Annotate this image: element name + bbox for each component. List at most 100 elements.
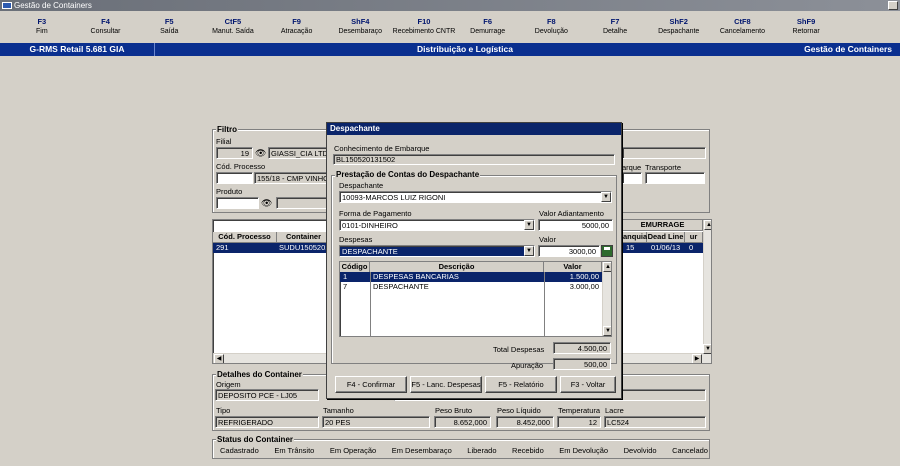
binoculars-icon[interactable]: 👁	[255, 147, 267, 159]
status-item: Em Desembaraço	[391, 446, 452, 455]
grid-vscroll[interactable]: ▲	[703, 220, 711, 355]
fkey-key: F7	[610, 17, 620, 26]
transporte-field[interactable]	[645, 172, 705, 184]
processo-code-field[interactable]	[216, 172, 253, 184]
fkey-button[interactable]: F5 Saída	[137, 12, 201, 42]
relatorio-button[interactable]: F5 - Relatório	[485, 376, 557, 393]
voltar-button[interactable]: F3 - Voltar	[560, 376, 616, 393]
fkey-button[interactable]: CtF5 Manut. Saída	[201, 12, 265, 42]
scroll-down-icon[interactable]: ▼	[703, 344, 711, 354]
despachante-select[interactable]: 10093-MARCOS LUIZ RIGONI ▼	[339, 191, 612, 203]
temperatura-label: Temperatura	[558, 406, 601, 415]
fkey-button[interactable]: F10 Recebimento CNTR	[392, 12, 456, 42]
forma-label: Forma de Pagamento	[339, 209, 412, 218]
filial-code-field[interactable]: 19	[216, 147, 253, 159]
embarque-label: arque	[622, 163, 642, 172]
peso-bruto-label: Peso Bruto	[435, 406, 473, 415]
chevron-down-icon[interactable]: ▼	[524, 220, 534, 230]
window-titlebar: Gestão de Containers	[0, 0, 900, 11]
fkey-button[interactable]: CtF8 Cancelamento	[711, 12, 775, 42]
fkey-key: ShF9	[796, 17, 816, 26]
fkey-button[interactable]: ShF2 Despachante	[647, 12, 711, 42]
col-processo-header[interactable]: Cód. Processo	[213, 232, 277, 243]
fkey-button[interactable]: F6 Demurrage	[456, 12, 520, 42]
despesas-table: Código Descrição Valor 1 DESPESAS BANCARI…	[339, 261, 612, 337]
chevron-down-icon[interactable]: ▼	[601, 192, 611, 202]
cell-descricao: DESPACHANTE	[373, 282, 429, 291]
tamanho-field: 20 PES	[322, 416, 430, 428]
version-label: G-RMS Retail 5.681 GIA	[0, 43, 155, 56]
fkey-button[interactable]: F4 Consultar	[74, 12, 138, 42]
col-ur-header[interactable]: ur	[685, 232, 703, 243]
fkey-button[interactable]: ShF9 Retornar	[774, 12, 838, 42]
screen-label: Gestão de Containers	[804, 44, 892, 54]
transporte-label: Transporte	[645, 163, 681, 172]
confirmar-button[interactable]: F4 - Confirmar	[335, 376, 407, 393]
fkey-button[interactable]: ShF4 Desembaraço	[328, 12, 392, 42]
fkey-label: Recebimento CNTR	[392, 27, 456, 35]
despachante-dialog: Despachante Conhecimento de Embarque BL1…	[326, 122, 622, 399]
total-field: 4.500,00	[553, 342, 611, 354]
peso-bruto-field: 8.652,000	[434, 416, 491, 428]
produto-field[interactable]	[216, 197, 259, 209]
scroll-up-icon[interactable]: ▲	[603, 262, 611, 272]
fkey-key: CtF8	[734, 17, 751, 26]
dialog-titlebar: Despachante	[327, 123, 621, 135]
adiantamento-label: Valor Adiantamento	[539, 209, 604, 218]
embarque-field[interactable]	[622, 172, 642, 184]
fkey-label: Saída	[160, 27, 179, 35]
fkey-button[interactable]: F3 Fim	[10, 12, 74, 42]
origem-label: Origem	[216, 380, 241, 389]
row-franquia: 15	[626, 243, 635, 252]
scroll-right-icon[interactable]: ▶	[692, 354, 702, 363]
scroll-up-icon[interactable]: ▲	[704, 220, 711, 230]
valor-field[interactable]: 3000,00	[538, 245, 600, 257]
despesas-vscroll[interactable]: ▲ ▼	[602, 262, 611, 336]
col-container-header[interactable]: Container	[277, 232, 331, 243]
fkey-button[interactable]: F9 Atracação	[265, 12, 329, 42]
binoculars-icon[interactable]: 👁	[261, 197, 275, 209]
fkey-key: F6	[483, 17, 493, 26]
lacre-field: LC524	[604, 416, 706, 428]
detalhes-title: Detalhes do Container	[216, 370, 303, 379]
module-bar: G-RMS Retail 5.681 GIA Distribuição e Lo…	[0, 43, 900, 56]
filial-extra-field	[622, 147, 706, 159]
filial-name-field: GIASSI_CIA LTDA	[268, 147, 328, 159]
status-item: Liberado	[467, 446, 497, 455]
row-processo: 291	[216, 243, 229, 252]
save-icon[interactable]	[601, 245, 613, 257]
fkey-button[interactable]: F8 Devolução	[520, 12, 584, 42]
fkey-key: F8	[546, 17, 556, 26]
adiantamento-field[interactable]: 5000,00	[538, 219, 613, 231]
status-item: Em Devolução	[559, 446, 609, 455]
fkey-label: Demurrage	[470, 27, 506, 35]
scroll-left-icon[interactable]: ◀	[214, 354, 224, 363]
function-key-toolbar: F3 Fim F4 Consultar F5 Saída CtF5 Manut. Saída F…	[0, 12, 900, 42]
table-row[interactable]: 1 DESPESAS BANCARIAS 1.500,00	[340, 272, 602, 282]
apuracao-label: Apuração	[511, 361, 544, 370]
lanc-despesas-button[interactable]: F5 - Lanc. Despesas	[410, 376, 482, 393]
fkey-label: Consultar	[90, 27, 121, 35]
row-ur: 0	[689, 243, 694, 252]
tamanho-label: Tamanho	[323, 406, 354, 415]
status-item: Cadastrado	[220, 446, 259, 455]
scroll-down-icon[interactable]: ▼	[603, 326, 611, 336]
table-row[interactable]: 7 DESPACHANTE 3.000,00	[340, 282, 602, 292]
fkey-label: Cancelamento	[719, 27, 765, 35]
col-deadline-header[interactable]: Dead Line	[647, 232, 685, 243]
fkey-button[interactable]: F7 Detalhe	[583, 12, 647, 42]
fkey-key: ShF2	[669, 17, 688, 26]
fkey-label: Atracação	[280, 27, 313, 35]
despesas-label: Despesas	[339, 235, 373, 244]
fkey-key: F9	[292, 17, 301, 26]
minimize-button[interactable]	[888, 1, 898, 10]
filtro-title: Filtro	[216, 125, 238, 134]
peso-liquido-label: Peso Líquido	[497, 406, 541, 415]
col-franquia-header[interactable]: anquia	[623, 232, 647, 243]
forma-pagamento-select[interactable]: 0101-DINHEIRO ▼	[339, 219, 535, 231]
status-item: Cancelado	[672, 446, 708, 455]
chevron-down-icon[interactable]: ▼	[524, 246, 534, 256]
conhecimento-field: BL150520131502	[333, 154, 615, 165]
cell-codigo: 7	[343, 282, 348, 291]
despesa-select[interactable]: DESPACHANTE ▼	[339, 245, 535, 257]
